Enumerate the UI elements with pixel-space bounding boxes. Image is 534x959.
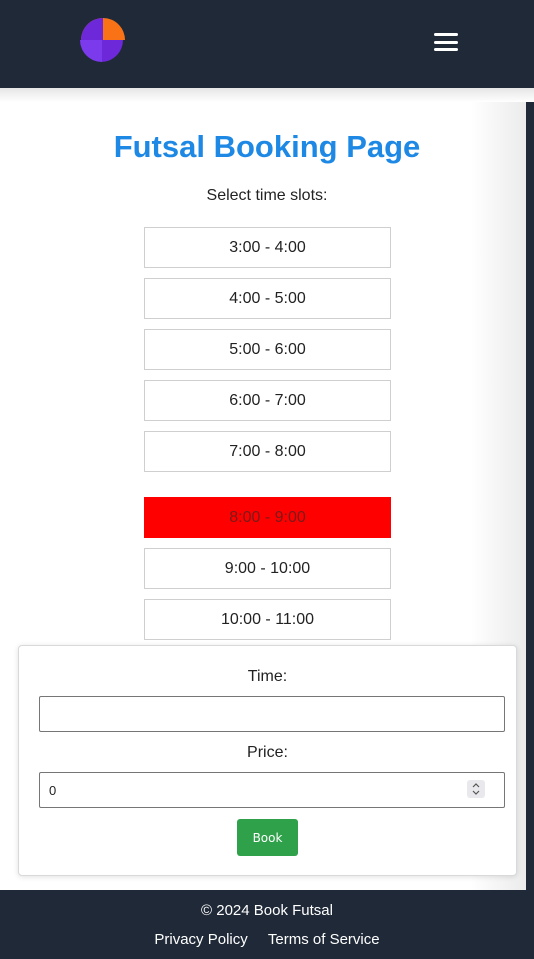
price-label: Price: (247, 744, 288, 761)
time-slot-5-6[interactable]: 5:00 - 6:00 (144, 329, 391, 370)
time-label: Time: (247, 668, 288, 685)
page-footer: © 2024 Book Futsal Privacy Policy Terms … (0, 890, 534, 959)
time-slot-7-8[interactable]: 7:00 - 8:00 (144, 431, 391, 472)
privacy-policy-link[interactable]: Privacy Policy (154, 931, 247, 948)
time-slot-8-9-booked[interactable]: 8:00 - 9:00 (144, 497, 391, 538)
time-input[interactable] (39, 696, 505, 732)
header-shadow (0, 88, 534, 102)
app-logo-icon[interactable] (80, 17, 126, 63)
booking-form: Time: Price: Book (18, 645, 517, 876)
copyright-text: © 2024 Book Futsal (201, 902, 333, 919)
select-time-slots-label: Select time slots: (206, 187, 328, 204)
footer-links: Privacy Policy Terms of Service (0, 931, 534, 949)
book-button[interactable]: Book (237, 819, 298, 856)
scrollbar[interactable] (526, 102, 534, 890)
page-title: Futsal Booking Page (113, 129, 421, 164)
price-input[interactable] (39, 772, 505, 808)
time-slot-3-4[interactable]: 3:00 - 4:00 (144, 227, 391, 268)
time-slot-4-5[interactable]: 4:00 - 5:00 (144, 278, 391, 319)
time-slot-6-7[interactable]: 6:00 - 7:00 (144, 380, 391, 421)
price-spinner-icon[interactable] (467, 780, 485, 798)
time-slot-10-11[interactable]: 10:00 - 11:00 (144, 599, 391, 640)
top-navbar (0, 0, 534, 88)
time-slot-9-10[interactable]: 9:00 - 10:00 (144, 548, 391, 589)
hamburger-menu-icon[interactable] (434, 32, 458, 52)
terms-of-service-link[interactable]: Terms of Service (268, 931, 380, 948)
